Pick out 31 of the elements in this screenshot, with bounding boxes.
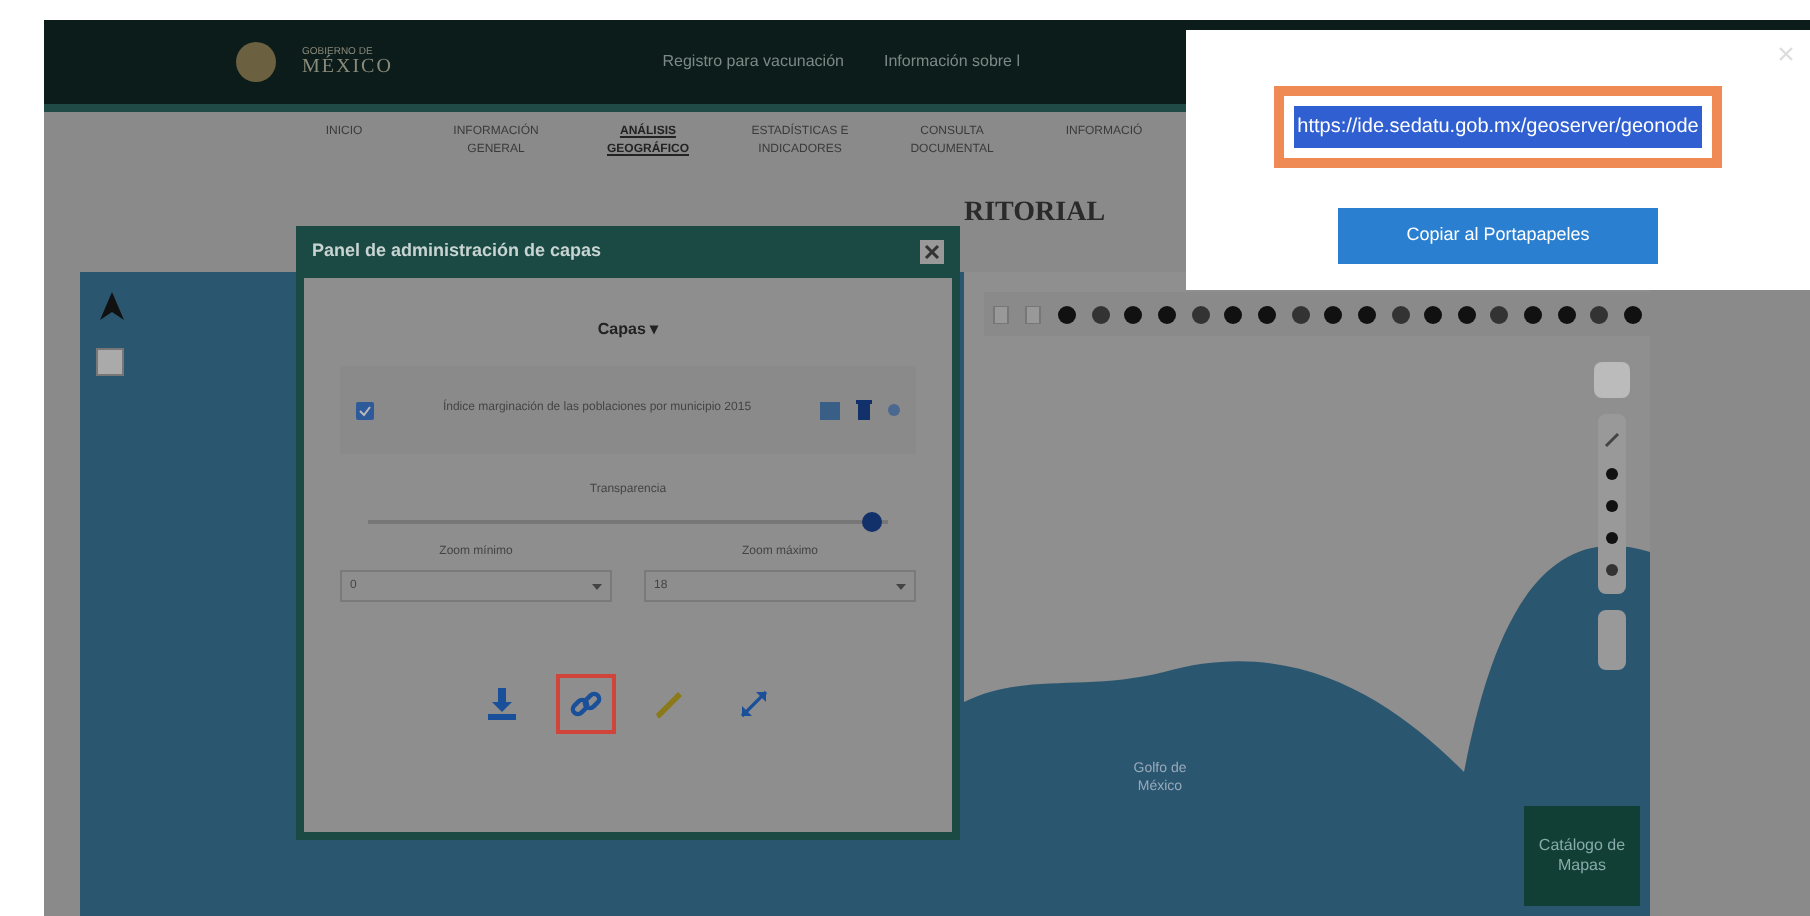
dot-icon[interactable]: [1606, 500, 1618, 512]
table-icon[interactable]: [820, 401, 840, 419]
layers-tab[interactable]: Capas ▾: [581, 318, 675, 342]
transparency-slider[interactable]: [368, 512, 888, 532]
pencil-icon[interactable]: [1604, 432, 1620, 448]
url-field[interactable]: https://ide.sedatu.gob.mx/geoserver/geonode: [1293, 106, 1703, 148]
catalog-button[interactable]: Catálogo de Mapas: [1524, 806, 1640, 906]
close-icon: [920, 240, 944, 264]
slider-thumb[interactable]: [862, 512, 883, 532]
link-button[interactable]: [556, 674, 616, 734]
header-link[interactable]: Información sobre l: [883, 50, 1020, 74]
link-icon: [568, 686, 604, 722]
logo-text: MÉXICO: [302, 57, 393, 77]
caret-icon: [592, 583, 602, 589]
caret-icon: [896, 583, 906, 589]
zoom-toolbar[interactable]: [1598, 610, 1626, 670]
download-icon: [484, 686, 520, 722]
brush-icon: [652, 686, 688, 722]
dot-icon[interactable]: [1606, 532, 1618, 544]
emblem-icon: [234, 40, 278, 84]
visibility-checkbox[interactable]: [356, 401, 374, 419]
north-arrow-icon: [100, 292, 124, 320]
dot-icon[interactable]: [1606, 564, 1618, 576]
trash-icon[interactable]: [856, 400, 872, 420]
page-title: RITORIAL: [964, 196, 1106, 232]
panel-title: Panel de administración de capas: [312, 238, 602, 265]
header-link[interactable]: Registro para vacunación: [662, 50, 844, 74]
dot-icon[interactable]: [1606, 468, 1618, 480]
close-button[interactable]: [920, 240, 944, 264]
expand-icon: [736, 686, 772, 722]
copy-button[interactable]: Copiar al Portapapeles: [1338, 208, 1658, 264]
